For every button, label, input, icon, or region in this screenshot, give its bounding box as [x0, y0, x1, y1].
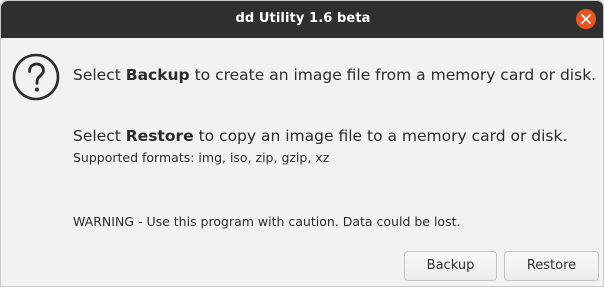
- backup-instruction: Select Backup to create an image file fr…: [73, 66, 596, 84]
- dialog-window: dd Utility 1.6 beta Select Backup to cre…: [0, 0, 604, 287]
- backup-button[interactable]: Backup: [404, 251, 497, 281]
- supported-formats: Supported formats: img, iso, zip, gzip, …: [73, 150, 330, 165]
- close-icon: [581, 14, 591, 24]
- restore-keyword: Restore: [125, 127, 194, 145]
- backup-instruction-suffix: to create an image file from a memory ca…: [189, 66, 597, 84]
- title-bar: dd Utility 1.6 beta: [1, 1, 603, 38]
- restore-button[interactable]: Restore: [504, 251, 599, 281]
- warning-text: WARNING - Use this program with caution.…: [73, 214, 461, 229]
- backup-keyword: Backup: [125, 66, 190, 84]
- restore-instruction-suffix: to copy an image file to a memory card o…: [193, 127, 568, 145]
- backup-instruction-prefix: Select: [73, 66, 126, 84]
- close-button[interactable]: [576, 9, 596, 29]
- restore-instruction: Select Restore to copy an image file to …: [73, 127, 567, 145]
- window-title: dd Utility 1.6 beta: [235, 11, 371, 26]
- question-mark-circle-icon: [12, 53, 60, 101]
- restore-instruction-prefix: Select: [73, 127, 126, 145]
